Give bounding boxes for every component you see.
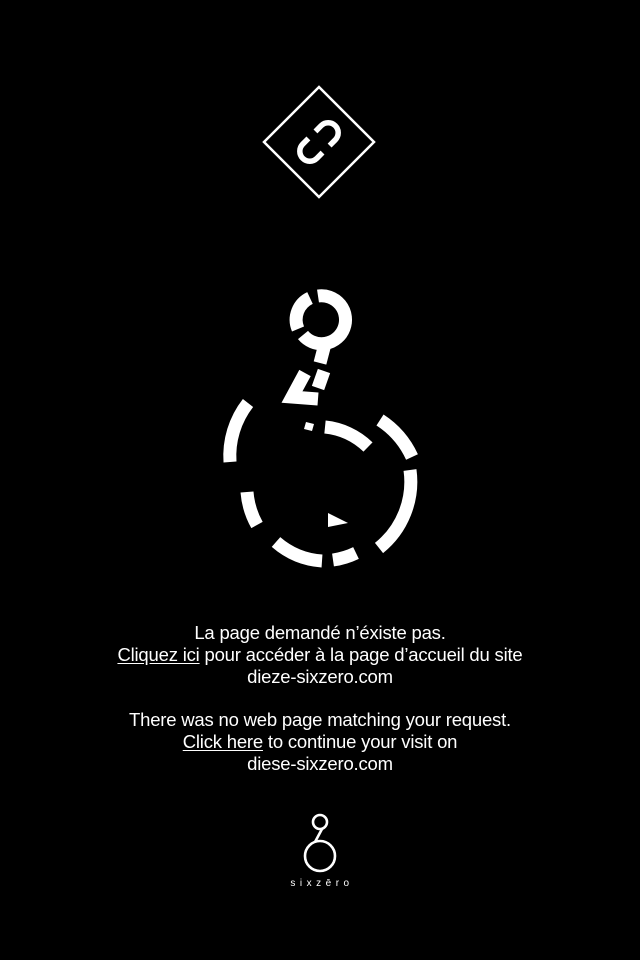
message-en-line2-text: to continue your visit on bbox=[262, 731, 458, 752]
sixzero-logo-icon bbox=[303, 813, 337, 873]
broken-sixzero-illustration bbox=[210, 285, 430, 575]
broken-link-badge bbox=[262, 85, 376, 199]
broken-link-icon bbox=[262, 85, 376, 199]
message-fr-line3: dieze-sixzero.com bbox=[247, 666, 393, 687]
sixzero-wordmark: sixzēro bbox=[290, 878, 354, 889]
message-fr-line2-text: pour accéder à la page d’accueil du site bbox=[199, 644, 523, 665]
sixzero-logo[interactable]: sixzēro bbox=[270, 812, 370, 892]
message-en-line2: Click here to continue your visit on bbox=[0, 731, 640, 753]
home-link-en[interactable]: Click here bbox=[183, 731, 263, 752]
broken-sixzero-icon bbox=[223, 289, 418, 568]
message-fr-line1: La page demandé n’éxiste pas. bbox=[194, 622, 446, 643]
error-message: La page demandé n’éxiste pas. Cliquez ic… bbox=[0, 622, 640, 775]
message-en-line3: diese-sixzero.com bbox=[247, 753, 393, 774]
message-en-line1: There was no web page matching your requ… bbox=[129, 709, 511, 730]
home-link-fr[interactable]: Cliquez ici bbox=[117, 644, 199, 665]
message-fr-line2: Cliquez ici pour accéder à la page d’acc… bbox=[0, 644, 640, 666]
